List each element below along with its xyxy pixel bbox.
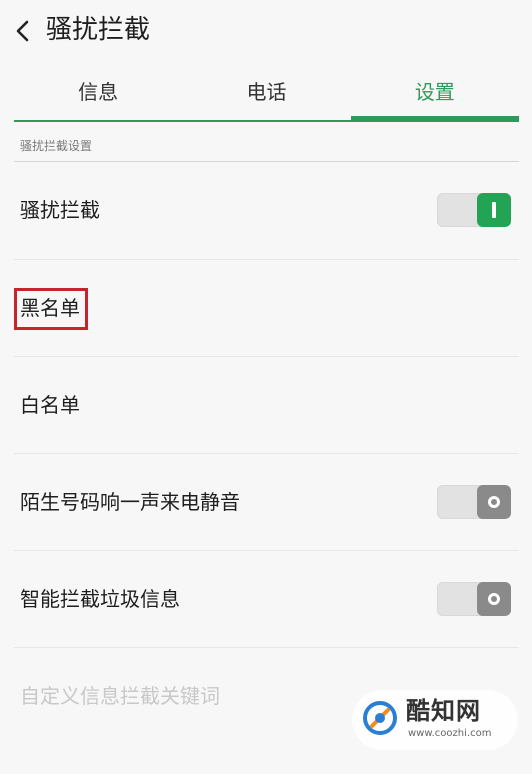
toggle-knob: [477, 582, 511, 616]
toggle-knob: [477, 193, 511, 227]
setting-label: 骚扰拦截: [20, 198, 100, 222]
watermark-text: 酷知网: [406, 697, 481, 725]
chevron-left-icon: [16, 20, 29, 42]
watermark-url: www.coozhi.com: [408, 728, 492, 739]
setting-label: 陌生号码响一声来电静音: [20, 490, 240, 514]
smart-spam-block-toggle[interactable]: [437, 582, 511, 616]
coozhi-logo-icon: [363, 701, 397, 735]
tab-bar: 信息 电话 设置: [14, 62, 520, 122]
toggle-knob: [477, 485, 511, 519]
setting-label: 智能拦截垃圾信息: [20, 587, 180, 611]
page-title: 骚扰拦截: [46, 15, 151, 45]
harassment-block-toggle[interactable]: [437, 193, 511, 227]
setting-row-smart-spam-block[interactable]: 智能拦截垃圾信息: [14, 551, 519, 647]
app-header: 骚扰拦截: [0, 0, 532, 62]
section-title: 骚扰拦截设置: [20, 139, 93, 153]
setting-row-mute-one-ring[interactable]: 陌生号码响一声来电静音: [14, 454, 519, 550]
watermark: 酷知网 www.coozhi.com: [352, 690, 518, 750]
highlight-box: [14, 288, 88, 330]
tab-settings[interactable]: 设置: [350, 62, 520, 122]
setting-label: 白名单: [20, 393, 80, 417]
setting-label: 自定义信息拦截关键词: [20, 684, 220, 708]
tab-calls[interactable]: 电话: [182, 62, 350, 120]
setting-row-whitelist[interactable]: 白名单: [14, 357, 519, 453]
mute-one-ring-toggle[interactable]: [437, 485, 511, 519]
back-button[interactable]: [8, 13, 38, 49]
setting-row-blacklist[interactable]: 黑名单: [14, 260, 519, 356]
setting-row-harassment-block[interactable]: 骚扰拦截: [14, 162, 519, 258]
tab-messages[interactable]: 信息: [14, 62, 182, 120]
